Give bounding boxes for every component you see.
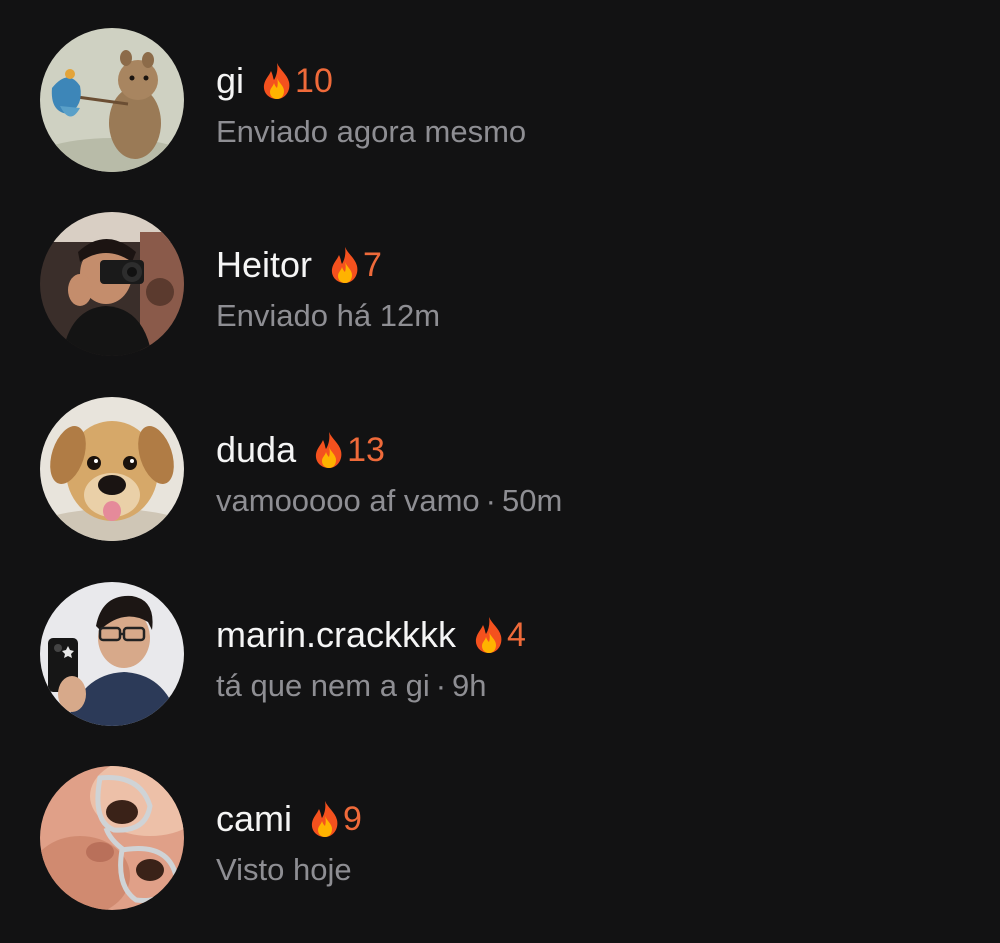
camera-person-photo-icon (40, 212, 184, 356)
message-time: 9h (452, 668, 487, 703)
hamster-photo-icon (40, 28, 184, 172)
mirror-selfie-photo-icon (40, 582, 184, 726)
fire-emoji-icon (475, 617, 502, 653)
avatar[interactable] (40, 212, 184, 356)
avatar[interactable] (40, 397, 184, 541)
chat-row[interactable]: Heitor 7 Enviado há 12m (0, 212, 1000, 372)
fire-emoji-icon (263, 63, 290, 99)
last-message: vamooooo af vamo (216, 483, 480, 518)
streak-badge: 13 (312, 427, 385, 473)
chat-status: Enviado agora mesmo (216, 112, 526, 152)
contact-name: marin.crackkkk (216, 614, 457, 655)
streak-badge: 7 (328, 242, 382, 288)
puppy-photo-icon (40, 397, 184, 541)
chat-row[interactable]: cami 9 Visto hoje (0, 766, 1000, 926)
chat-status: tá que nem a gi · 9h (216, 666, 487, 706)
avatar[interactable] (40, 766, 184, 910)
chat-list: gi 10 Enviado agora mesmo Heitor 7 Envia… (0, 0, 1000, 943)
streak-count: 13 (347, 431, 385, 469)
name-line: gi 10 (216, 58, 333, 104)
name-line: Heitor 7 (216, 242, 382, 288)
chat-status: Enviado há 12m (216, 296, 440, 336)
contact-name: Heitor (216, 244, 313, 285)
separator-dot: · (485, 483, 496, 518)
streak-count: 9 (343, 800, 362, 838)
status-text: Visto hoje (216, 852, 352, 887)
status-text: Enviado há 12m (216, 298, 441, 333)
contact-name: cami (216, 798, 293, 839)
separator-dot: · (435, 668, 447, 703)
name-line: marin.crackkkk 4 (216, 612, 526, 658)
contact-name: gi (216, 60, 245, 101)
streak-count: 4 (507, 616, 526, 654)
fire-emoji-icon (331, 247, 358, 283)
fire-emoji-icon (311, 801, 338, 837)
chat-row[interactable]: marin.crackkkk 4 tá que nem a gi · 9h (0, 582, 1000, 742)
streak-badge: 4 (472, 612, 526, 658)
chat-status: vamooooo af vamo · 50m (216, 481, 562, 521)
message-time: 50m (501, 483, 563, 518)
avatar[interactable] (40, 28, 184, 172)
status-text: Enviado agora mesmo (216, 114, 527, 149)
streak-badge: 9 (308, 796, 362, 842)
streak-count: 7 (363, 246, 382, 284)
avatar[interactable] (40, 582, 184, 726)
chat-status: Visto hoje (216, 850, 352, 890)
closeup-glasses-photo-icon (40, 766, 184, 910)
streak-count: 10 (295, 62, 333, 100)
contact-name: duda (216, 429, 297, 470)
last-message: tá que nem a gi (216, 668, 430, 703)
name-line: duda 13 (216, 427, 385, 473)
name-line: cami 9 (216, 796, 362, 842)
streak-badge: 10 (260, 58, 333, 104)
fire-emoji-icon (315, 432, 342, 468)
chat-row[interactable]: duda 13 vamooooo af vamo · 50m (0, 397, 1000, 557)
chat-row[interactable]: gi 10 Enviado agora mesmo (0, 28, 1000, 188)
